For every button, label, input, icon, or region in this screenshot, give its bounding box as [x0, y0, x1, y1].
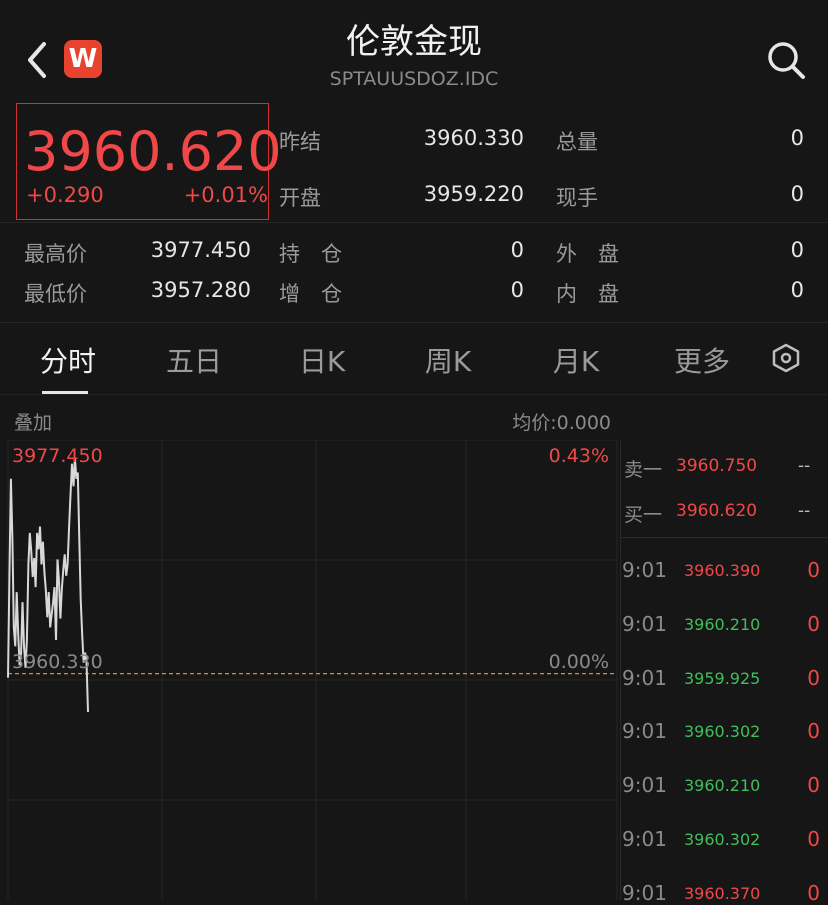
tab-five-day[interactable]: 五日 — [144, 340, 244, 380]
stat-label-current-lots: 现手 — [556, 186, 598, 210]
tab-weekly-k[interactable]: 周K — [398, 340, 498, 380]
stat-label-inner-volume: 内 盘 — [556, 282, 619, 306]
tick-price: 3960.390 — [684, 561, 761, 580]
tick-time: 9:01 — [622, 773, 667, 798]
search-icon[interactable] — [764, 38, 808, 82]
tick-price: 3960.302 — [684, 722, 761, 742]
ask-price: 3960.750 — [676, 456, 758, 476]
bid-quantity: -- — [798, 501, 811, 521]
stat-value-outer-volume: 0 — [790, 238, 804, 262]
tick-time: 9:01 — [622, 558, 667, 582]
tick-time: 9:01 — [622, 880, 667, 905]
stat-value-open: 3959.220 — [423, 182, 524, 206]
y-mid-label: 3960.330 — [12, 651, 103, 673]
tick-time: 9:01 — [622, 719, 667, 744]
tick-time: 9:01 — [622, 665, 667, 690]
price-line — [7, 457, 89, 713]
divider — [0, 394, 828, 395]
tick-time: 9:01 — [622, 611, 667, 636]
tick-volume: 0 — [807, 827, 820, 851]
bid-label: 买一 — [624, 504, 663, 526]
stat-value-current-lots: 0 — [790, 182, 804, 206]
tick-volume: 0 — [807, 773, 820, 798]
page-title: 伦敦金现 — [346, 22, 482, 62]
tick-price: 3959.925 — [684, 668, 761, 688]
tab-intraday[interactable]: 分时 — [18, 340, 118, 380]
back-icon[interactable] — [22, 40, 52, 80]
tick-volume: 0 — [807, 880, 820, 905]
tick-volume: 0 — [807, 611, 820, 636]
average-price-label: 均价:0.000 — [512, 412, 611, 434]
instrument-code: SPTAUUSDOZ.IDC — [329, 68, 499, 90]
stat-label-low: 最低价 — [24, 282, 87, 306]
stat-value-inner-volume: 0 — [790, 278, 804, 302]
tab-monthly-k[interactable]: 月K — [526, 340, 626, 380]
y-top-label: 3977.450 — [12, 445, 103, 467]
stat-label-prev-settle: 昨结 — [279, 130, 321, 154]
y-mid-percent: 0.00% — [549, 651, 609, 673]
tick-volume: 0 — [807, 558, 820, 582]
stat-value-low: 3957.280 — [150, 278, 251, 302]
intraday-chart[interactable]: 3977.450 0.43% 3960.330 0.00% — [0, 440, 620, 900]
stat-label-outer-volume: 外 盘 — [556, 242, 619, 266]
tab-more[interactable]: 更多 — [652, 340, 752, 380]
ask-label: 卖一 — [624, 459, 663, 481]
overlay-button[interactable]: 叠加 — [14, 408, 52, 435]
tick-price: 3960.302 — [684, 830, 761, 849]
stat-value-prev-settle: 3960.330 — [423, 126, 524, 150]
stat-label-open: 开盘 — [279, 186, 321, 210]
app-logo[interactable]: W — [64, 40, 102, 78]
tick-volume: 0 — [807, 719, 820, 744]
stat-value-oi-change: 0 — [510, 278, 524, 302]
y-top-percent: 0.43% — [549, 445, 609, 467]
ask-quantity: -- — [798, 456, 811, 476]
divider — [0, 222, 828, 223]
tab-daily-k[interactable]: 日K — [272, 340, 372, 380]
stat-value-high: 3977.450 — [150, 238, 251, 262]
divider — [621, 537, 828, 538]
tick-volume: 0 — [807, 665, 820, 690]
stat-value-total-volume: 0 — [790, 126, 804, 150]
settings-icon[interactable] — [770, 342, 802, 374]
stat-label-open-interest: 持 仓 — [279, 242, 342, 266]
stat-value-open-interest: 0 — [510, 238, 524, 262]
panel-divider — [620, 440, 621, 900]
divider — [0, 322, 828, 323]
tick-time: 9:01 — [622, 827, 667, 851]
tick-price: 3960.210 — [684, 776, 761, 796]
bid-price: 3960.620 — [676, 501, 758, 521]
stat-label-total-volume: 总量 — [556, 130, 598, 154]
last-price: 3960.620 — [24, 120, 282, 183]
price-change: +0.290 — [26, 183, 104, 207]
stat-label-high: 最高价 — [24, 242, 87, 266]
stat-label-oi-change: 增 仓 — [279, 282, 342, 306]
tick-price: 3960.210 — [684, 614, 761, 634]
price-change-percent: +0.01% — [183, 183, 268, 207]
